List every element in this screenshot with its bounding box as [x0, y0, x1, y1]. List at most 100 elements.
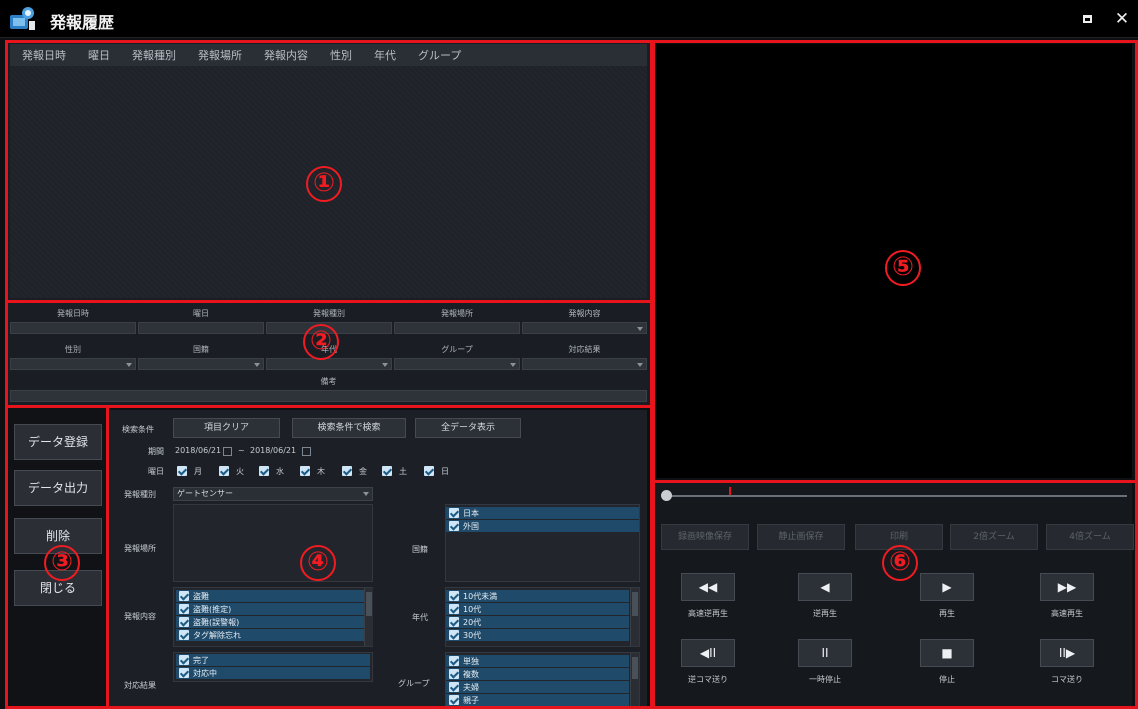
checkbox[interactable] [449, 617, 459, 627]
scrollbar[interactable] [630, 653, 639, 709]
fast-rewind-icon[interactable]: ◀◀ [681, 573, 735, 601]
list-item[interactable]: 複数 [446, 668, 629, 680]
weekday-tue-checkbox[interactable] [219, 466, 229, 476]
fast-forward-icon[interactable]: ▶▶ [1040, 573, 1094, 601]
weekday-fri-checkbox[interactable] [342, 466, 352, 476]
list-item[interactable]: 10代未満 [446, 590, 629, 602]
date-from-field[interactable]: 2018/06/21 [175, 446, 221, 455]
zoom-2x-button[interactable]: 2倍ズーム [950, 524, 1038, 550]
checkbox[interactable] [449, 591, 459, 601]
list-item[interactable]: 外国 [446, 520, 639, 532]
list-item[interactable]: 10代 [446, 603, 629, 615]
weekday-mon-checkbox[interactable] [177, 466, 187, 476]
stop-icon[interactable]: ■ [920, 639, 974, 667]
stop-label: 停止 [939, 675, 955, 684]
checkbox[interactable] [179, 668, 189, 678]
save-still-button[interactable]: 静止画保存 [757, 524, 845, 550]
list-item[interactable]: 20代 [446, 616, 629, 628]
clear-items-button[interactable]: 項目クリア [173, 418, 280, 438]
detail-field-datetime[interactable] [10, 322, 136, 334]
alarm-type-select[interactable]: ゲートセンサー [173, 487, 373, 501]
checkbox[interactable] [449, 508, 459, 518]
col-alarm-content[interactable]: 発報内容 [264, 47, 308, 63]
list-item[interactable]: 完了 [176, 654, 370, 666]
detail-field-notes[interactable] [10, 390, 647, 402]
detail-field-weekday[interactable] [138, 322, 264, 334]
checkbox[interactable] [449, 521, 459, 531]
weekday-tue-label: 火 [236, 467, 244, 476]
list-item[interactable]: 夫婦 [446, 681, 629, 693]
col-alarm-datetime[interactable]: 発報日時 [22, 47, 66, 63]
checkbox[interactable] [449, 695, 459, 705]
checkbox[interactable] [449, 630, 459, 640]
maximize-icon[interactable] [1078, 10, 1096, 28]
detail-head-datetime: 発報日時 [57, 309, 89, 318]
checkbox[interactable] [179, 630, 189, 640]
checkbox[interactable] [449, 682, 459, 692]
scrollbar[interactable] [364, 588, 373, 646]
list-item[interactable]: 日本 [446, 507, 639, 519]
col-weekday[interactable]: 曜日 [88, 47, 110, 63]
alarm-type-value: ゲートセンサー [177, 489, 233, 498]
timeline-slider[interactable] [667, 495, 1127, 497]
list-item[interactable]: 盗難(誤警報) [176, 616, 364, 628]
weekday-thu-checkbox[interactable] [300, 466, 310, 476]
checkbox[interactable] [179, 617, 189, 627]
reverse-play-icon[interactable]: ◀ [798, 573, 852, 601]
date-to-field[interactable]: 2018/06/21 [250, 446, 296, 455]
detail-field-group[interactable] [394, 358, 520, 370]
close-icon[interactable]: ✕ [1113, 10, 1131, 28]
weekday-sat-checkbox[interactable] [382, 466, 392, 476]
detail-field-result[interactable] [522, 358, 647, 370]
list-item[interactable]: 30代 [446, 629, 629, 641]
col-alarm-type[interactable]: 発報種別 [132, 47, 176, 63]
col-gender[interactable]: 性別 [330, 47, 352, 63]
detail-field-nationality[interactable] [138, 358, 264, 370]
list-item[interactable]: 盗難 [176, 590, 364, 602]
checkbox[interactable] [179, 591, 189, 601]
checkbox[interactable] [179, 604, 189, 614]
data-register-button[interactable]: データ登録 [14, 424, 102, 460]
list-item[interactable]: タグ解除忘れ [176, 629, 364, 641]
detail-head-group: グループ [441, 345, 473, 354]
zoom-4x-button[interactable]: 4倍ズーム [1046, 524, 1134, 550]
result-label: 対応結果 [124, 681, 156, 690]
calendar-icon[interactable] [223, 447, 232, 456]
list-item[interactable]: 親子 [446, 694, 629, 706]
list-item[interactable]: 単独 [446, 655, 629, 667]
detail-head-weekday: 曜日 [193, 309, 209, 318]
detail-field-content[interactable] [522, 322, 647, 334]
alarm-content-label: 発報内容 [124, 612, 156, 621]
annotation-badge-1: ① [306, 166, 342, 202]
alarm-place-list[interactable] [173, 504, 373, 582]
checkbox[interactable] [449, 656, 459, 666]
fast-rewind-label: 高速逆再生 [688, 609, 728, 618]
checkbox[interactable] [449, 669, 459, 679]
list-header: 発報日時 曜日 発報種別 発報場所 発報内容 性別 年代 グループ [10, 44, 647, 66]
scrollbar[interactable] [630, 588, 639, 646]
checkbox[interactable] [449, 604, 459, 614]
col-alarm-place[interactable]: 発報場所 [198, 47, 242, 63]
detail-field-place[interactable] [394, 322, 520, 334]
detail-field-age[interactable] [266, 358, 392, 370]
pause-icon[interactable]: II [798, 639, 852, 667]
timeline-knob[interactable] [661, 490, 672, 501]
detail-field-gender[interactable] [10, 358, 136, 370]
col-group[interactable]: グループ [418, 47, 461, 63]
show-all-button[interactable]: 全データ表示 [415, 418, 521, 438]
step-forward-icon[interactable]: II▶ [1040, 639, 1094, 667]
weekday-label: 曜日 [148, 467, 164, 476]
list-item[interactable]: 盗難(推定) [176, 603, 364, 615]
save-recording-button[interactable]: 録画映像保存 [661, 524, 749, 550]
search-button[interactable]: 検索条件で検索 [292, 418, 406, 438]
list-item[interactable]: 対応中 [176, 667, 370, 679]
checkbox[interactable] [179, 655, 189, 665]
annotation-badge-6: ⑥ [882, 545, 918, 581]
weekday-sun-checkbox[interactable] [424, 466, 434, 476]
weekday-wed-checkbox[interactable] [259, 466, 269, 476]
step-back-icon[interactable]: ◀II [681, 639, 735, 667]
calendar-icon[interactable] [302, 447, 311, 456]
data-export-button[interactable]: データ出力 [14, 470, 102, 506]
play-icon[interactable]: ▶ [920, 573, 974, 601]
col-age[interactable]: 年代 [374, 47, 396, 63]
